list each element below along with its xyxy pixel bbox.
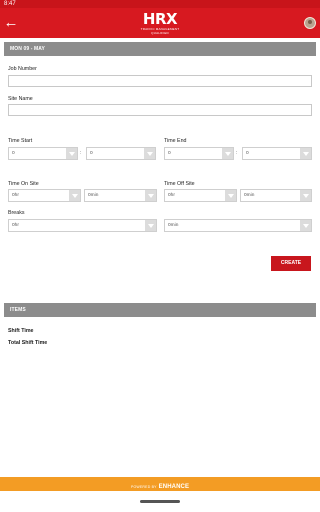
- breaks-hours-select[interactable]: 0hr: [8, 219, 157, 232]
- powered-by-footer: POWERED BY ENHANCE: [0, 477, 320, 491]
- chevron-down-icon: [66, 148, 77, 159]
- time-start-minute-select[interactable]: 0: [86, 147, 156, 160]
- job-number-field[interactable]: [8, 75, 312, 87]
- shift-time-label: Shift Time: [8, 328, 34, 334]
- time-start-hour-select[interactable]: 0: [8, 147, 78, 160]
- time-off-site-minutes-value: 0min: [244, 193, 255, 198]
- app-bar: ← HRX TRAFFIC MANAGEMENT QUALIFIED: [0, 8, 320, 38]
- time-off-site-hours-select[interactable]: 0hr: [164, 189, 237, 202]
- chevron-down-icon: [300, 148, 311, 159]
- chevron-down-icon: [145, 190, 156, 201]
- chevron-down-icon: [144, 148, 155, 159]
- chevron-down-icon: [145, 220, 156, 231]
- avatar[interactable]: [304, 17, 316, 29]
- logo-tagline: TRAFFIC MANAGEMENT QUALIFIED: [140, 27, 180, 35]
- time-off-site-hours-value: 0hr: [168, 193, 175, 198]
- time-on-site-label: Time On Site: [8, 181, 39, 187]
- chevron-down-icon: [300, 220, 311, 231]
- time-end-hour-value: 0: [168, 151, 171, 156]
- system-nav-bar: [0, 491, 320, 512]
- time-start-separator: :: [80, 150, 82, 156]
- status-time: 8:47: [4, 1, 16, 7]
- enhance-brand: ENHANCE: [158, 484, 190, 490]
- time-off-site-label: Time Off Site: [164, 181, 195, 187]
- time-on-site-minutes-select[interactable]: 0min: [84, 189, 157, 202]
- time-on-site-minutes-value: 0min: [88, 193, 99, 198]
- breaks-label: Breaks: [8, 210, 25, 216]
- site-name-label: Site Name: [8, 96, 33, 102]
- breaks-hours-value: 0hr: [12, 223, 19, 228]
- time-end-label: Time End: [164, 138, 187, 144]
- powered-by-text: POWERED BY: [130, 485, 157, 489]
- time-off-site-minutes-select[interactable]: 0min: [240, 189, 312, 202]
- time-end-separator: :: [236, 150, 238, 156]
- chevron-down-icon: [300, 190, 311, 201]
- arrow-left-icon[interactable]: ←: [3, 15, 19, 31]
- job-number-label: Job Number: [8, 66, 37, 72]
- time-end-minute-value: 0: [246, 151, 249, 156]
- time-start-hour-value: 0: [12, 151, 15, 156]
- chevron-down-icon: [222, 148, 233, 159]
- hrx-logo: HRX TRAFFIC MANAGEMENT QUALIFIED: [139, 11, 181, 35]
- breaks-minutes-select[interactable]: 0min: [164, 219, 312, 232]
- time-end-hour-select[interactable]: 0: [164, 147, 234, 160]
- home-indicator[interactable]: [140, 500, 180, 503]
- date-header: MON 09 - MAY: [4, 42, 316, 56]
- time-end-minute-select[interactable]: 0: [242, 147, 312, 160]
- site-name-field[interactable]: [8, 104, 312, 116]
- time-start-label: Time Start: [8, 138, 33, 144]
- logo-mark: HRX: [142, 10, 178, 28]
- time-on-site-hours-select[interactable]: 0hr: [8, 189, 81, 202]
- chevron-down-icon: [225, 190, 236, 201]
- chevron-down-icon: [69, 190, 80, 201]
- items-header: ITEMS: [4, 303, 316, 317]
- breaks-minutes-value: 0min: [168, 223, 179, 228]
- total-shift-time-label: Total Shift Time: [8, 340, 48, 346]
- time-start-minute-value: 0: [90, 151, 93, 156]
- create-button[interactable]: CREATE: [271, 256, 311, 271]
- time-on-site-hours-value: 0hr: [12, 193, 19, 198]
- status-bar: 8:47: [0, 0, 320, 8]
